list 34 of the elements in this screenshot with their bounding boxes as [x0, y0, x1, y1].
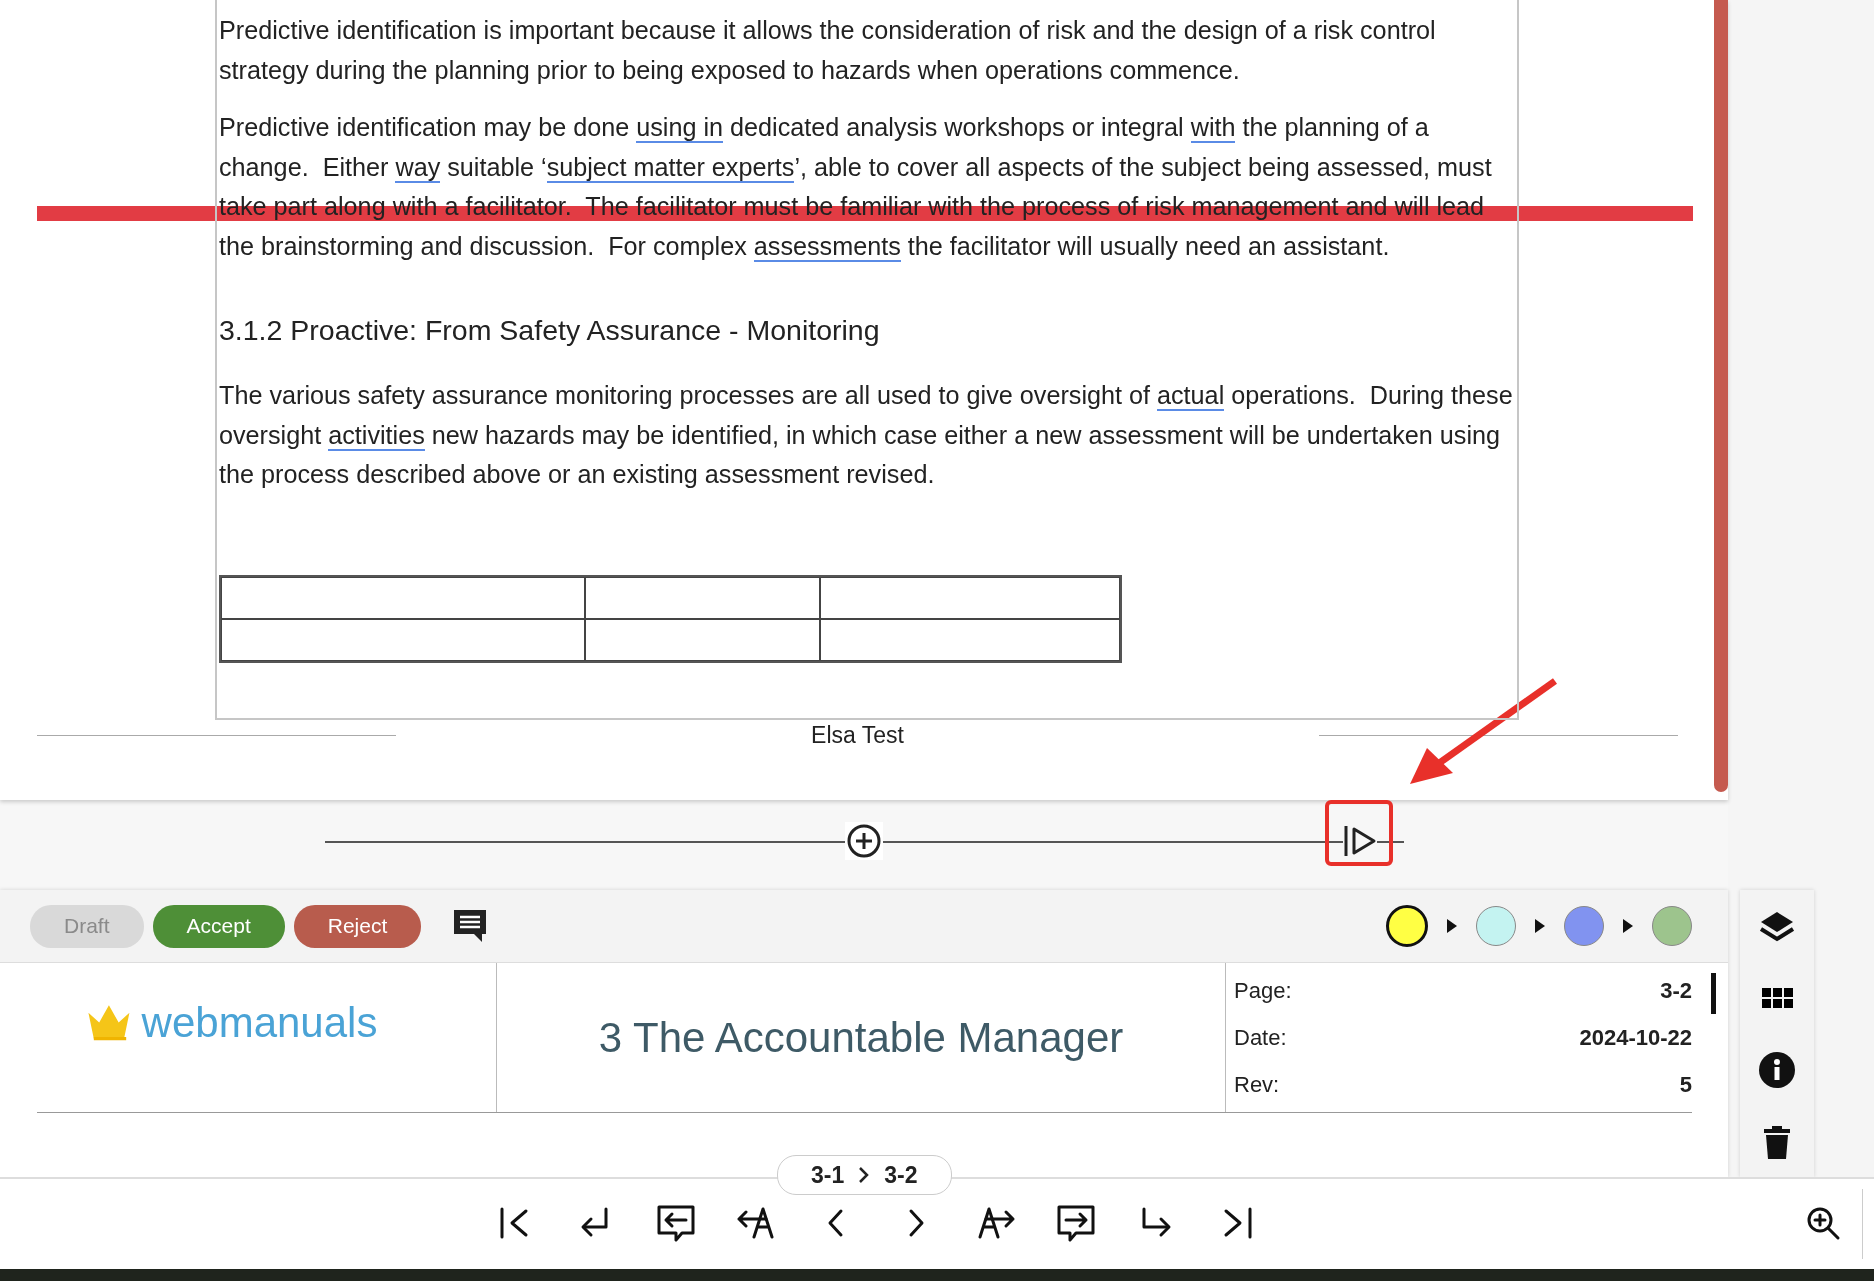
- triangle-icon: [1622, 918, 1634, 934]
- info-value: 5: [1679, 1071, 1692, 1098]
- info-label: Rev:: [1234, 1071, 1280, 1098]
- color-swatch[interactable]: [1476, 906, 1516, 946]
- add-icon[interactable]: [845, 822, 883, 860]
- section-heading: 3.1.2 Proactive: From Safety Assurance - Monitoring: [219, 313, 881, 348]
- triangle-icon: [1534, 918, 1546, 934]
- zoom-icon[interactable]: [1805, 1205, 1841, 1241]
- comment-right-icon[interactable]: [1056, 1203, 1096, 1243]
- scrollbar[interactable]: [1714, 0, 1728, 792]
- paragraph: The various safety assurance monitoring processes are all used to give oversight of actual operations. During these oversight activities new hazards may be identified, in which case either a new assessment will be undertaken using the process described above or an existing assessment revised.: [219, 380, 1514, 490]
- info-label: Page:: [1234, 977, 1292, 1004]
- paragraph: Predictive identification is important because it allows the consideration of risk and the design of a risk control strategy during the planning prior to being exposed to hazards when operations commence.: [219, 15, 1437, 86]
- triangle-icon: [1446, 918, 1458, 934]
- color-swatch[interactable]: [1652, 906, 1692, 946]
- color-swatch[interactable]: [1564, 906, 1604, 946]
- chevron-icon: [858, 1166, 871, 1184]
- accept-button[interactable]: Accept: [152, 904, 285, 948]
- info-value: 3-2: [1660, 977, 1692, 1004]
- footer-text: Elsa Test: [810, 722, 905, 749]
- reject-button[interactable]: Reject: [293, 904, 422, 948]
- info-value: 2024-10-22: [1579, 1024, 1692, 1051]
- comment-icon[interactable]: [452, 908, 489, 944]
- logo-text: webmanuals: [141, 998, 378, 1047]
- layers-icon[interactable]: [1759, 910, 1795, 942]
- breadcrumb-item[interactable]: 3-1: [811, 1161, 845, 1189]
- info-label: Date:: [1234, 1024, 1287, 1051]
- breadcrumb-item[interactable]: 3-2: [884, 1161, 918, 1189]
- grid-icon[interactable]: [1761, 988, 1793, 1008]
- color-swatch[interactable]: [1386, 905, 1428, 947]
- comment-left-icon[interactable]: [656, 1203, 696, 1243]
- trash-icon[interactable]: [1764, 1125, 1790, 1159]
- info-icon[interactable]: [1759, 1052, 1795, 1088]
- document-title: 3 The Accountable Manager: [598, 1013, 1124, 1062]
